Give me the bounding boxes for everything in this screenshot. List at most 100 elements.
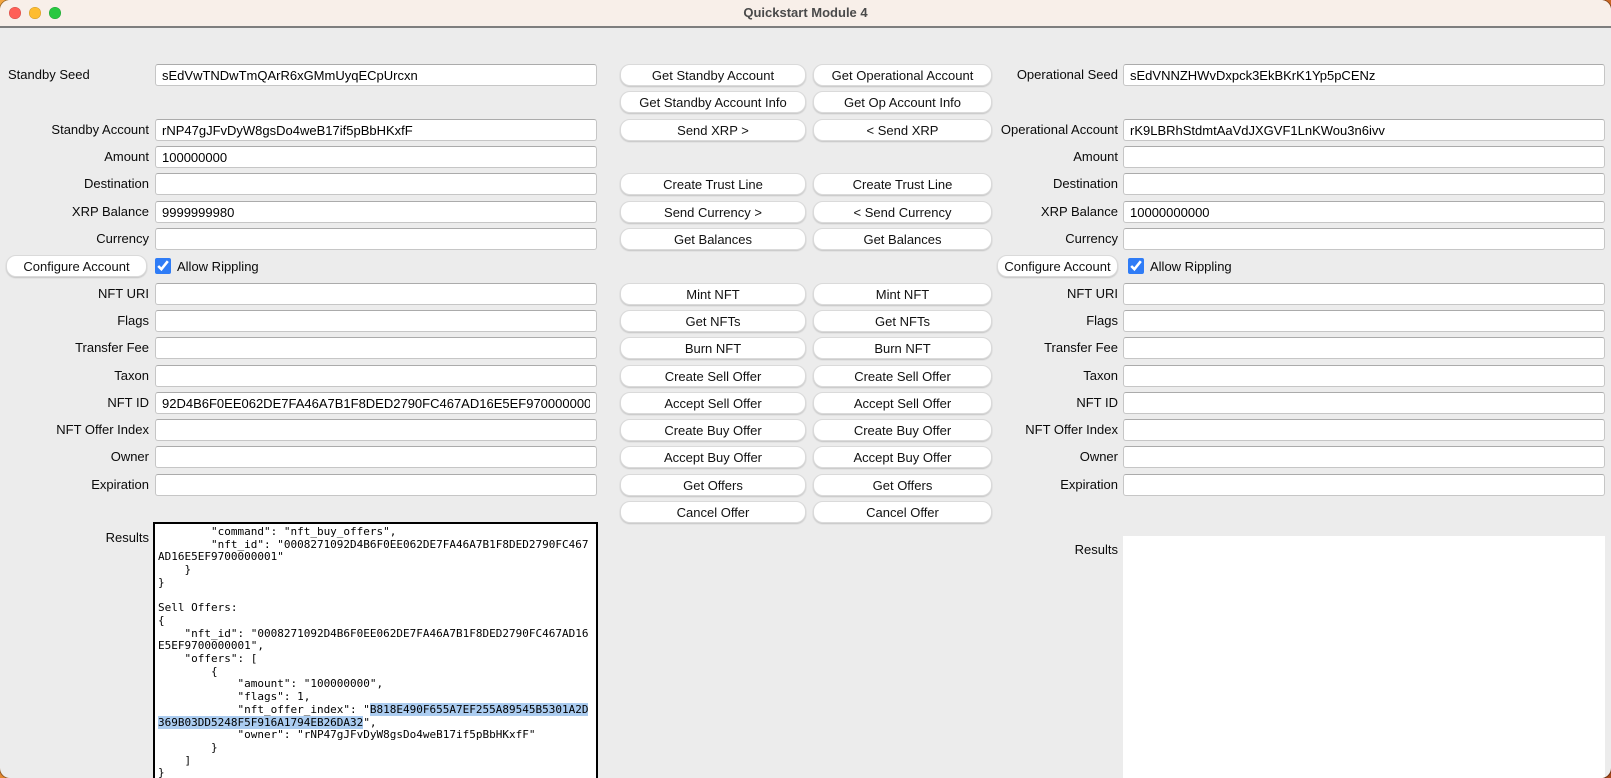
- form-row: Owner Accept Buy Offer Accept Buy Offer …: [0, 446, 1611, 468]
- standby-amount-input[interactable]: [155, 146, 597, 168]
- operational-allow-rippling-checkbox[interactable]: [1128, 258, 1144, 274]
- label-standby-account: Standby Account: [0, 119, 149, 141]
- operational-configure-account-button[interactable]: Configure Account: [997, 255, 1118, 277]
- operational-currency-input[interactable]: [1123, 228, 1605, 250]
- label-operational-seed: Operational Seed: [960, 64, 1118, 86]
- operational-owner-input[interactable]: [1123, 446, 1605, 468]
- window-title: Quickstart Module 4: [0, 0, 1611, 26]
- desktop-background: Quickstart Module 4 Standby Seed Get Sta…: [0, 0, 1611, 778]
- form-body: Standby Seed Get Standby Account Get Ope…: [0, 28, 1611, 778]
- operational-taxon-input[interactable]: [1123, 365, 1605, 387]
- standby-allow-rippling-label: Allow Rippling: [177, 259, 259, 274]
- label-operational-nft-offer-index: NFT Offer Index: [960, 419, 1118, 441]
- operational-allow-rippling: Allow Rippling: [1128, 255, 1232, 277]
- form-row: Amount Amount: [0, 146, 1611, 168]
- configure-row: Configure Account Allow Rippling Configu…: [0, 255, 1611, 277]
- window-titlebar: Quickstart Module 4: [0, 0, 1611, 28]
- standby-account-input[interactable]: [155, 119, 597, 141]
- standby-flags-input[interactable]: [155, 310, 597, 332]
- get-standby-account-info-button[interactable]: Get Standby Account Info: [620, 91, 806, 113]
- label-standby-nft-uri: NFT URI: [0, 283, 149, 305]
- form-row: Get Standby Account Info Get Op Account …: [0, 91, 1611, 113]
- label-standby-amount: Amount: [0, 146, 149, 168]
- standby-create-trust-line-button[interactable]: Create Trust Line: [620, 173, 806, 195]
- label-standby-nft-id: NFT ID: [0, 392, 149, 414]
- standby-taxon-input[interactable]: [155, 365, 597, 387]
- label-operational-expiration: Expiration: [960, 474, 1118, 496]
- operational-transfer-fee-input[interactable]: [1123, 337, 1605, 359]
- label-operational-account: Operational Account: [960, 119, 1118, 141]
- operational-seed-input[interactable]: [1123, 64, 1605, 86]
- form-row: Destination Create Trust Line Create Tru…: [0, 173, 1611, 195]
- standby-expiration-input[interactable]: [155, 474, 597, 496]
- form-row: Taxon Create Sell Offer Create Sell Offe…: [0, 365, 1611, 387]
- operational-amount-input[interactable]: [1123, 146, 1605, 168]
- label-operational-owner: Owner: [960, 446, 1118, 468]
- standby-nft-offer-index-input[interactable]: [155, 419, 597, 441]
- standby-get-balances-button[interactable]: Get Balances: [620, 228, 806, 250]
- label-operational-currency: Currency: [960, 228, 1118, 250]
- operational-flags-input[interactable]: [1123, 310, 1605, 332]
- standby-nft-id-input[interactable]: [155, 392, 597, 414]
- standby-allow-rippling-checkbox[interactable]: [155, 258, 171, 274]
- standby-accept-buy-offer-button[interactable]: Accept Buy Offer: [620, 446, 806, 468]
- standby-create-buy-offer-button[interactable]: Create Buy Offer: [620, 419, 806, 441]
- standby-mint-nft-button[interactable]: Mint NFT: [620, 283, 806, 305]
- standby-results-area[interactable]: "command": "nft_buy_offers", "nft_id": "…: [153, 522, 598, 778]
- standby-burn-nft-button[interactable]: Burn NFT: [620, 337, 806, 359]
- label-operational-destination: Destination: [960, 173, 1118, 195]
- form-row: NFT URI Mint NFT Mint NFT NFT URI: [0, 283, 1611, 305]
- label-standby-expiration: Expiration: [0, 474, 149, 496]
- operational-allow-rippling-label: Allow Rippling: [1150, 259, 1232, 274]
- label-standby-taxon: Taxon: [0, 365, 149, 387]
- op-cancel-offer-button[interactable]: Cancel Offer: [813, 501, 992, 523]
- operational-xrp-balance-input[interactable]: [1123, 201, 1605, 223]
- standby-owner-input[interactable]: [155, 446, 597, 468]
- label-standby-currency: Currency: [0, 228, 149, 250]
- operational-nft-uri-input[interactable]: [1123, 283, 1605, 305]
- standby-destination-input[interactable]: [155, 173, 597, 195]
- form-row: Standby Seed Get Standby Account Get Ope…: [0, 64, 1611, 86]
- standby-xrp-balance-input[interactable]: [155, 201, 597, 223]
- label-operational-flags: Flags: [960, 310, 1118, 332]
- send-xrp-right-button[interactable]: Send XRP >: [620, 119, 806, 141]
- form-row: Currency Get Balances Get Balances Curre…: [0, 228, 1611, 250]
- standby-get-offers-button[interactable]: Get Offers: [620, 474, 806, 496]
- standby-nft-uri-input[interactable]: [155, 283, 597, 305]
- get-standby-account-button[interactable]: Get Standby Account: [620, 64, 806, 86]
- form-row: Expiration Get Offers Get Offers Expirat…: [0, 474, 1611, 496]
- standby-create-sell-offer-button[interactable]: Create Sell Offer: [620, 365, 806, 387]
- standby-seed-input[interactable]: [155, 64, 597, 86]
- get-op-account-info-button[interactable]: Get Op Account Info: [813, 91, 992, 113]
- operational-account-input[interactable]: [1123, 119, 1605, 141]
- standby-send-currency-button[interactable]: Send Currency >: [620, 201, 806, 223]
- label-standby-owner: Owner: [0, 446, 149, 468]
- standby-currency-input[interactable]: [155, 228, 597, 250]
- label-operational-xrp-balance: XRP Balance: [960, 201, 1118, 223]
- form-row: Standby Account Send XRP > < Send XRP Op…: [0, 119, 1611, 141]
- form-row: Flags Get NFTs Get NFTs Flags: [0, 310, 1611, 332]
- label-operational-nft-id: NFT ID: [960, 392, 1118, 414]
- standby-transfer-fee-input[interactable]: [155, 337, 597, 359]
- label-operational-amount: Amount: [960, 146, 1118, 168]
- label-standby-nft-offer-index: NFT Offer Index: [0, 419, 149, 441]
- app-window: Quickstart Module 4 Standby Seed Get Sta…: [0, 0, 1611, 778]
- operational-nft-id-input[interactable]: [1123, 392, 1605, 414]
- standby-allow-rippling: Allow Rippling: [155, 255, 259, 277]
- operational-nft-offer-index-input[interactable]: [1123, 419, 1605, 441]
- label-standby-xrp-balance: XRP Balance: [0, 201, 149, 223]
- standby-accept-sell-offer-button[interactable]: Accept Sell Offer: [620, 392, 806, 414]
- standby-results-text: "command": "nft_buy_offers", "nft_id": "…: [155, 524, 596, 778]
- operational-expiration-input[interactable]: [1123, 474, 1605, 496]
- label-operational-transfer-fee: Transfer Fee: [960, 337, 1118, 359]
- label-standby-seed: Standby Seed: [0, 64, 149, 86]
- label-operational-nft-uri: NFT URI: [960, 283, 1118, 305]
- operational-results-area[interactable]: [1123, 536, 1605, 778]
- standby-cancel-offer-button[interactable]: Cancel Offer: [620, 501, 806, 523]
- form-row: NFT Offer Index Create Buy Offer Create …: [0, 419, 1611, 441]
- standby-configure-account-button[interactable]: Configure Account: [6, 255, 147, 277]
- form-row: XRP Balance Send Currency > < Send Curre…: [0, 201, 1611, 223]
- operational-destination-input[interactable]: [1123, 173, 1605, 195]
- standby-get-nfts-button[interactable]: Get NFTs: [620, 310, 806, 332]
- label-operational-taxon: Taxon: [960, 365, 1118, 387]
